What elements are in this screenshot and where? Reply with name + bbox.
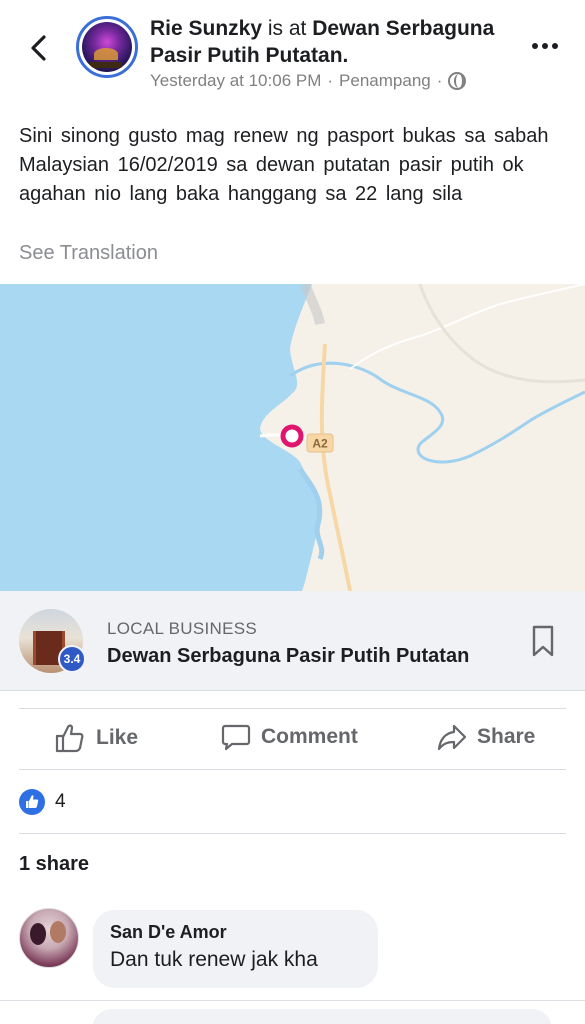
- business-category: LOCAL BUSINESS: [107, 619, 258, 638]
- like-button[interactable]: Like: [54, 722, 138, 754]
- comment-author[interactable]: San D'e Amor: [110, 922, 361, 943]
- rating-badge: 3.4: [58, 645, 86, 673]
- save-button[interactable]: [530, 624, 560, 660]
- action-bar: Like Comment Share: [0, 710, 585, 768]
- like-label: Like: [96, 726, 139, 749]
- author-name[interactable]: Rie Sunzky: [150, 17, 262, 40]
- reaction-count: 4: [55, 791, 66, 812]
- author-avatar-image: [82, 22, 132, 72]
- comment-input[interactable]: [92, 1009, 552, 1024]
- comment-icon: [221, 724, 251, 751]
- commenter-avatar[interactable]: [19, 908, 79, 968]
- share-button[interactable]: Share: [437, 722, 535, 752]
- divider: [19, 769, 566, 770]
- post-meta: Yesterday at 10:06 PM · Penampang ·: [150, 71, 467, 91]
- more-horizontal-icon: [532, 43, 538, 49]
- map-graphic: A2: [0, 284, 585, 591]
- business-card[interactable]: [0, 591, 585, 691]
- business-name[interactable]: Dewan Serbaguna Pasir Putih Putatan: [107, 645, 469, 668]
- comment-bubble: San D'e Amor Dan tuk renew jak kha: [93, 910, 378, 988]
- post-text: Sini sinong gusto mag renew ng pasport b…: [19, 125, 549, 205]
- road-label: A2: [312, 437, 328, 451]
- meta-separator: ·: [436, 71, 443, 90]
- map-pin-icon: [280, 424, 304, 448]
- comment-composer: [0, 1000, 585, 1024]
- see-translation-link[interactable]: See Translation: [19, 242, 158, 265]
- meta-separator: ·: [327, 71, 334, 90]
- more-options-button[interactable]: [532, 38, 562, 54]
- post-header: Rie Sunzky is at Dewan Serbaguna Pasir P…: [0, 0, 585, 110]
- share-label: Share: [477, 725, 536, 748]
- title-connector: is at: [262, 17, 313, 40]
- reaction-summary[interactable]: 4: [19, 789, 66, 815]
- like-reaction-icon: [19, 789, 45, 815]
- globe-icon: [448, 72, 467, 90]
- thumbs-up-icon: [55, 724, 84, 753]
- post-title: Rie Sunzky is at Dewan Serbaguna Pasir P…: [150, 15, 520, 69]
- back-button[interactable]: [22, 30, 54, 66]
- divider: [19, 708, 566, 709]
- comment-button[interactable]: Comment: [221, 722, 358, 752]
- share-arrow-icon: [437, 724, 467, 751]
- post-location[interactable]: Penampang: [339, 71, 431, 91]
- chevron-left-icon: [31, 35, 46, 61]
- bookmark-icon: [532, 625, 554, 657]
- post-timestamp[interactable]: Yesterday at 10:06 PM: [150, 71, 321, 91]
- author-avatar[interactable]: [76, 16, 138, 78]
- divider: [19, 833, 566, 834]
- location-map[interactable]: A2: [0, 284, 585, 591]
- comment-label: Comment: [261, 725, 358, 748]
- comment-text: Dan tuk renew jak kha: [110, 948, 318, 971]
- share-count[interactable]: 1 share: [19, 853, 89, 876]
